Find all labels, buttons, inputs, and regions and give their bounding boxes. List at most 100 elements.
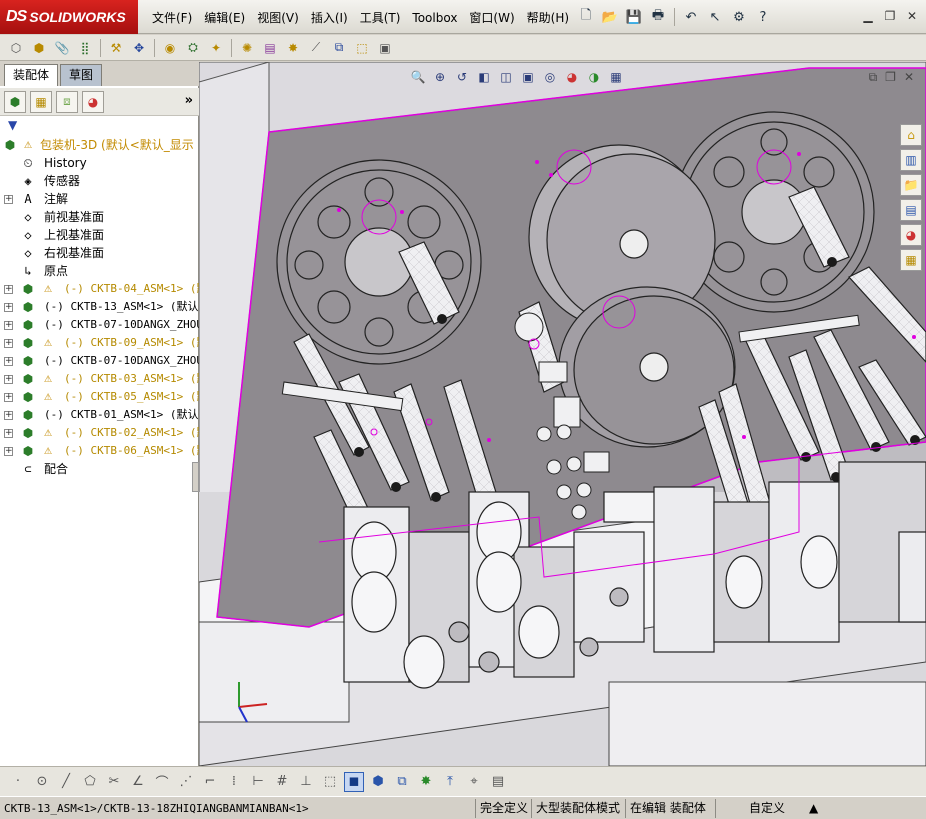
viewport-restore-icon[interactable]: ❐	[885, 70, 896, 85]
edit-component-icon[interactable]: ⬡	[6, 38, 26, 58]
viewport-close-icon[interactable]: ✕	[904, 70, 914, 85]
tree-item[interactable]: ⊂ 配合	[0, 460, 199, 478]
interference-detection-icon[interactable]: ⧉	[329, 38, 349, 58]
grid-icon[interactable]: #	[272, 772, 292, 792]
apply-scene-icon[interactable]: ◑	[585, 68, 603, 86]
close-icon[interactable]: ✕	[904, 8, 920, 24]
dimension-icon[interactable]: ⊢	[248, 772, 268, 792]
table-icon[interactable]: ▤	[488, 772, 508, 792]
instant3d-icon[interactable]: ⬚	[352, 38, 372, 58]
trim-icon[interactable]: ✂	[104, 772, 124, 792]
active-cube-icon[interactable]: ◼	[344, 771, 364, 792]
tree-item[interactable]: ↳ 原点	[0, 262, 199, 280]
status-units[interactable]: 自定义	[745, 799, 805, 818]
tree-item[interactable]: ◇ 前视基准面	[0, 208, 199, 226]
hide-show-icon[interactable]: ◎	[541, 68, 559, 86]
undo-icon[interactable]: ↶	[681, 7, 701, 27]
menu-tools[interactable]: 工具(T)	[354, 9, 407, 27]
file-explorer-icon[interactable]: 📁	[900, 174, 922, 196]
component-icon[interactable]: ⬢	[368, 772, 388, 792]
mate-icon[interactable]: ⧉	[392, 772, 412, 792]
filter-icon[interactable]: ▼	[0, 118, 199, 136]
expand-toggle-icon[interactable]: +	[4, 411, 13, 420]
expand-toggle-icon[interactable]: +	[4, 339, 13, 348]
show-hidden-icon[interactable]: ◉	[160, 38, 180, 58]
offset-icon[interactable]: ⋰	[176, 772, 196, 792]
view-palette-icon[interactable]: ▤	[900, 199, 922, 221]
new-document-icon[interactable]: 🗋	[576, 7, 596, 27]
expand-toggle-icon[interactable]: +	[4, 357, 13, 366]
view-icon[interactable]: ▣	[375, 38, 395, 58]
menu-window[interactable]: 窗口(W)	[463, 9, 520, 27]
zoom-to-fit-icon[interactable]: 🔍	[409, 68, 427, 86]
tile-icon[interactable]: ⧉	[869, 70, 878, 85]
tab-sketch[interactable]: 草图	[60, 64, 103, 86]
tree-item[interactable]: ◈ 传感器	[0, 172, 199, 190]
polygon-icon[interactable]: ⬠	[80, 772, 100, 792]
explode-icon[interactable]: ✸	[416, 772, 436, 792]
home-icon[interactable]: ⌂	[900, 124, 922, 146]
line-icon[interactable]: ╱	[56, 772, 76, 792]
tree-item[interactable]: + ⬢ (-) CKTB-13_ASM<1> (默认<	[0, 298, 199, 316]
corner-icon[interactable]: ⌐	[200, 772, 220, 792]
menu-file[interactable]: 文件(F)	[146, 9, 198, 27]
circle-icon[interactable]: ⊙	[32, 772, 52, 792]
design-library-icon[interactable]: ▥	[900, 149, 922, 171]
expand-toggle-icon[interactable]: +	[4, 429, 13, 438]
tree-item[interactable]: + ⬢ ⚠ (-) CKTB-05_ASM<1> (默认	[0, 388, 199, 406]
tree-root[interactable]: ⬢ ⚠ 包装机-3D (默认<默认_显示	[0, 136, 199, 154]
edit-appearance-icon[interactable]: ◕	[563, 68, 581, 86]
explode-line-sketch-icon[interactable]: ⟋	[306, 38, 326, 58]
tree-item[interactable]: + ⬢ ⚠ (-) CKTB-04_ASM<1> (默认	[0, 280, 199, 298]
display-style-icon[interactable]: ▣	[519, 68, 537, 86]
print-icon[interactable]: 🖶	[648, 7, 668, 27]
minimize-icon[interactable]: ▁	[860, 8, 876, 24]
configuration-manager-icon[interactable]: ⧈	[56, 90, 78, 113]
expand-toggle-icon[interactable]: +	[4, 321, 13, 330]
menu-help[interactable]: 帮助(H)	[521, 9, 575, 27]
menu-insert[interactable]: 插入(I)	[305, 9, 354, 27]
angle-icon[interactable]: ∠	[128, 772, 148, 792]
save-icon[interactable]: 💾	[624, 7, 644, 27]
new-motion-study-icon[interactable]: ✺	[237, 38, 257, 58]
feature-tree-icon[interactable]: ⬢	[4, 90, 26, 113]
tree-item[interactable]: + ⬢ (-) CKTB-01_ASM<1> (默认<	[0, 406, 199, 424]
tree-item[interactable]: + ⬢ ⚠ (-) CKTB-02_ASM<1> (默认	[0, 424, 199, 442]
relations-icon[interactable]: ⊥	[296, 772, 316, 792]
property-manager-icon[interactable]: ▦	[30, 90, 52, 113]
restore-icon[interactable]: ❐	[882, 8, 898, 24]
3d-box-icon[interactable]: ⬚	[320, 772, 340, 792]
rebuild-icon[interactable]: ⚙	[729, 7, 749, 27]
point-icon[interactable]: ·	[8, 772, 28, 792]
previous-view-icon[interactable]: ↺	[453, 68, 471, 86]
expand-toggle-icon[interactable]: +	[4, 447, 13, 456]
smart-fasteners-icon[interactable]: ⚒	[106, 38, 126, 58]
construction-icon[interactable]: ⁞	[224, 772, 244, 792]
tree-item[interactable]: + ⬢ ⚠ (-) CKTB-03_ASM<1> (默认	[0, 370, 199, 388]
zoom-area-icon[interactable]: ⊕	[431, 68, 449, 86]
assembly-features-icon[interactable]: ⛭	[183, 38, 203, 58]
expand-toggle-icon[interactable]: +	[4, 195, 13, 204]
select-icon[interactable]: ↖	[705, 7, 725, 27]
custom-properties-icon[interactable]: ▦	[900, 249, 922, 271]
tree-item[interactable]: + ⬢ ⚠ (-) CKTB-09_ASM<1> (默认	[0, 334, 199, 352]
tree-item[interactable]: + ⬢ (-) CKTB-07-10DANGX_ZHOUCH	[0, 352, 199, 370]
reference-geometry-icon[interactable]: ✦	[206, 38, 226, 58]
menu-view[interactable]: 视图(V)	[251, 9, 305, 27]
move-component-icon[interactable]: ✥	[129, 38, 149, 58]
open-icon[interactable]: 📂	[600, 7, 620, 27]
menu-toolbox[interactable]: Toolbox	[406, 9, 463, 27]
view-settings-icon[interactable]: ▦	[607, 68, 625, 86]
panel-splitter[interactable]	[192, 462, 199, 492]
fillet-icon[interactable]: ⌒	[152, 772, 172, 792]
move-icon[interactable]: ⤒	[440, 772, 460, 792]
bill-of-materials-icon[interactable]: ▤	[260, 38, 280, 58]
expand-toggle-icon[interactable]: +	[4, 375, 13, 384]
section-view-icon[interactable]: ◧	[475, 68, 493, 86]
exploded-view-icon[interactable]: ✸	[283, 38, 303, 58]
help-icon[interactable]: ?	[753, 7, 773, 27]
expand-toggle-icon[interactable]: +	[4, 285, 13, 294]
display-manager-icon[interactable]: ◕	[82, 90, 104, 113]
tab-assembly[interactable]: 装配体	[4, 64, 59, 86]
expand-toggle-icon[interactable]: +	[4, 393, 13, 402]
